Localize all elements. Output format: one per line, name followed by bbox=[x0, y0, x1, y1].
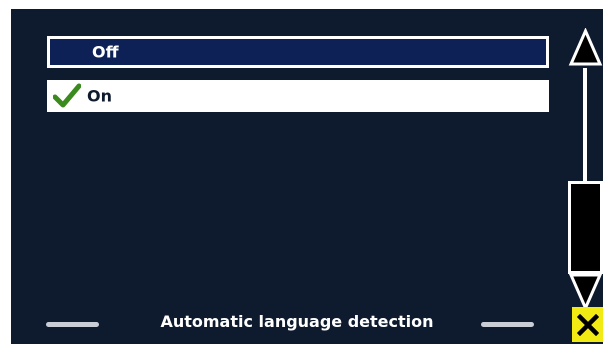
close-button[interactable] bbox=[572, 307, 603, 342]
option-on[interactable]: On bbox=[47, 80, 549, 112]
scroll-thumb[interactable] bbox=[568, 181, 603, 274]
footer-dash-right bbox=[481, 322, 534, 327]
option-off-label: Off bbox=[92, 42, 119, 62]
scrollbar[interactable] bbox=[568, 28, 603, 311]
scroll-track[interactable] bbox=[583, 68, 587, 183]
arrow-up-icon[interactable] bbox=[568, 28, 603, 68]
checkmark-icon bbox=[53, 83, 81, 108]
option-on-label: On bbox=[87, 86, 112, 106]
close-icon bbox=[576, 313, 599, 336]
option-off[interactable]: Off bbox=[47, 36, 549, 68]
settings-screen: Off On Automatic language detection bbox=[11, 9, 603, 344]
arrow-down-icon[interactable] bbox=[568, 271, 603, 311]
dialog-title: Automatic language detection bbox=[160, 312, 434, 331]
